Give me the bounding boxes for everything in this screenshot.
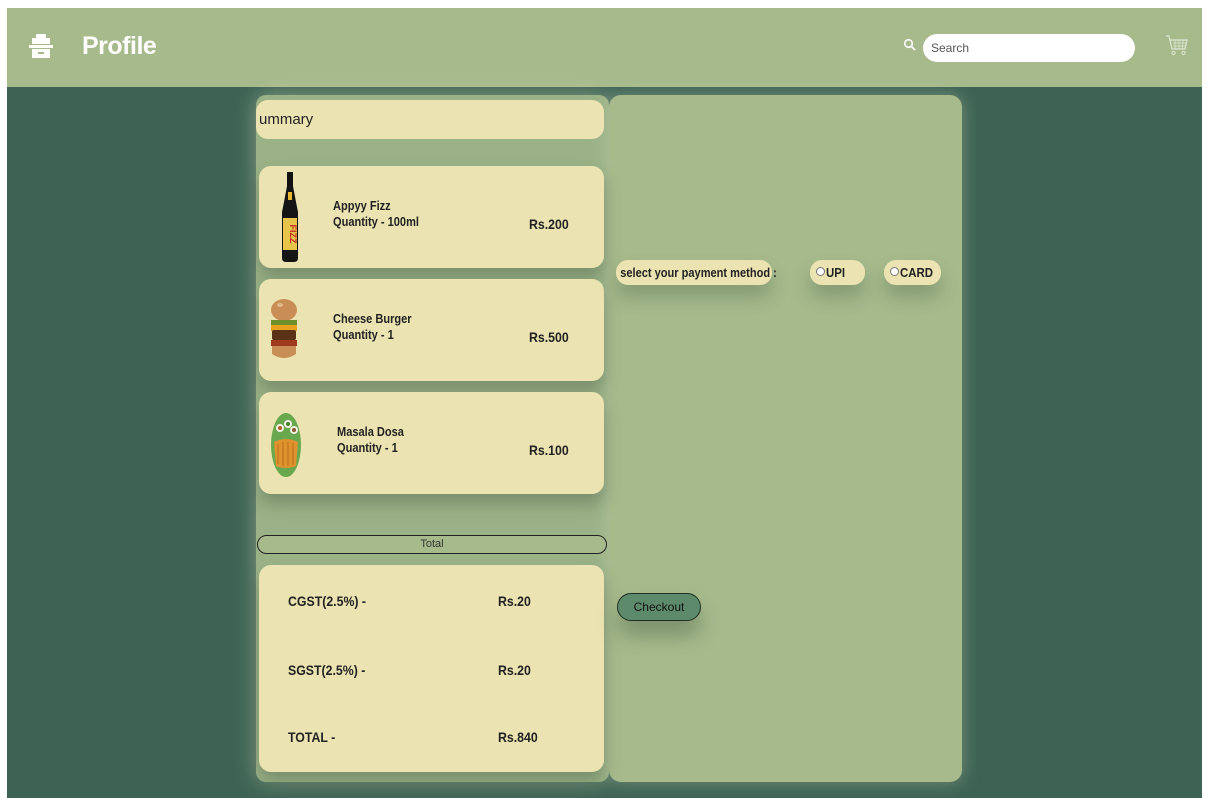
cart-item-card: Masala Dosa Quantity - 1 Rs.100 xyxy=(259,392,604,494)
dosa-image xyxy=(271,413,301,477)
sgst-label: SGST(2.5%) - xyxy=(288,662,366,678)
item-quantity: Quantity - 1 xyxy=(337,440,398,455)
fizz-bottle-image: FIZZ xyxy=(282,172,298,262)
item-name: Appyy Fizz xyxy=(333,198,391,213)
item-name: Masala Dosa xyxy=(337,424,404,439)
cart-item-card: FIZZ Appyy Fizz Quantity - 100ml Rs.200 xyxy=(259,166,604,268)
grand-total-label: TOTAL - xyxy=(288,729,336,745)
top-header: Profile xyxy=(7,8,1202,87)
briefcase-icon[interactable] xyxy=(29,34,53,60)
cart-item-card: Cheese Burger Quantity - 1 Rs.500 xyxy=(259,279,604,381)
item-price: Rs.100 xyxy=(529,442,569,458)
checkout-button[interactable]: Checkout xyxy=(617,593,701,621)
item-quantity: Quantity - 1 xyxy=(333,327,394,342)
tax-summary-card: CGST(2.5%) - Rs.20 SGST(2.5%) - Rs.20 TO… xyxy=(259,565,604,772)
total-section-label: Total xyxy=(257,535,607,554)
upi-label: UPI xyxy=(826,265,846,280)
cart-icon[interactable] xyxy=(1165,34,1189,58)
card-radio[interactable] xyxy=(890,267,899,276)
search-input[interactable] xyxy=(923,34,1135,62)
item-quantity: Quantity - 100ml xyxy=(333,214,419,229)
grand-total-value: Rs.840 xyxy=(498,729,538,745)
sgst-value: Rs.20 xyxy=(498,662,531,678)
card-label: CARD xyxy=(900,265,934,280)
cgst-value: Rs.20 xyxy=(498,593,531,609)
upi-radio[interactable] xyxy=(816,267,825,276)
summary-heading: ummary xyxy=(256,100,604,139)
cgst-label: CGST(2.5%) - xyxy=(288,593,367,609)
payment-method-label: select your payment method : xyxy=(616,260,777,285)
item-name: Cheese Burger xyxy=(333,311,412,326)
item-price: Rs.200 xyxy=(529,216,569,232)
burger-image xyxy=(271,299,297,358)
search-icon[interactable] xyxy=(903,38,917,52)
payment-panel xyxy=(609,95,962,782)
page-title[interactable]: Profile xyxy=(82,32,157,61)
item-price: Rs.500 xyxy=(529,329,569,345)
svg-text:FIZZ: FIZZ xyxy=(288,225,298,244)
app-frame: Profile ummary FIZZ Appyy Fizz xyxy=(7,8,1202,798)
card-option[interactable]: CARD xyxy=(884,260,941,285)
upi-option[interactable]: UPI xyxy=(810,260,865,285)
